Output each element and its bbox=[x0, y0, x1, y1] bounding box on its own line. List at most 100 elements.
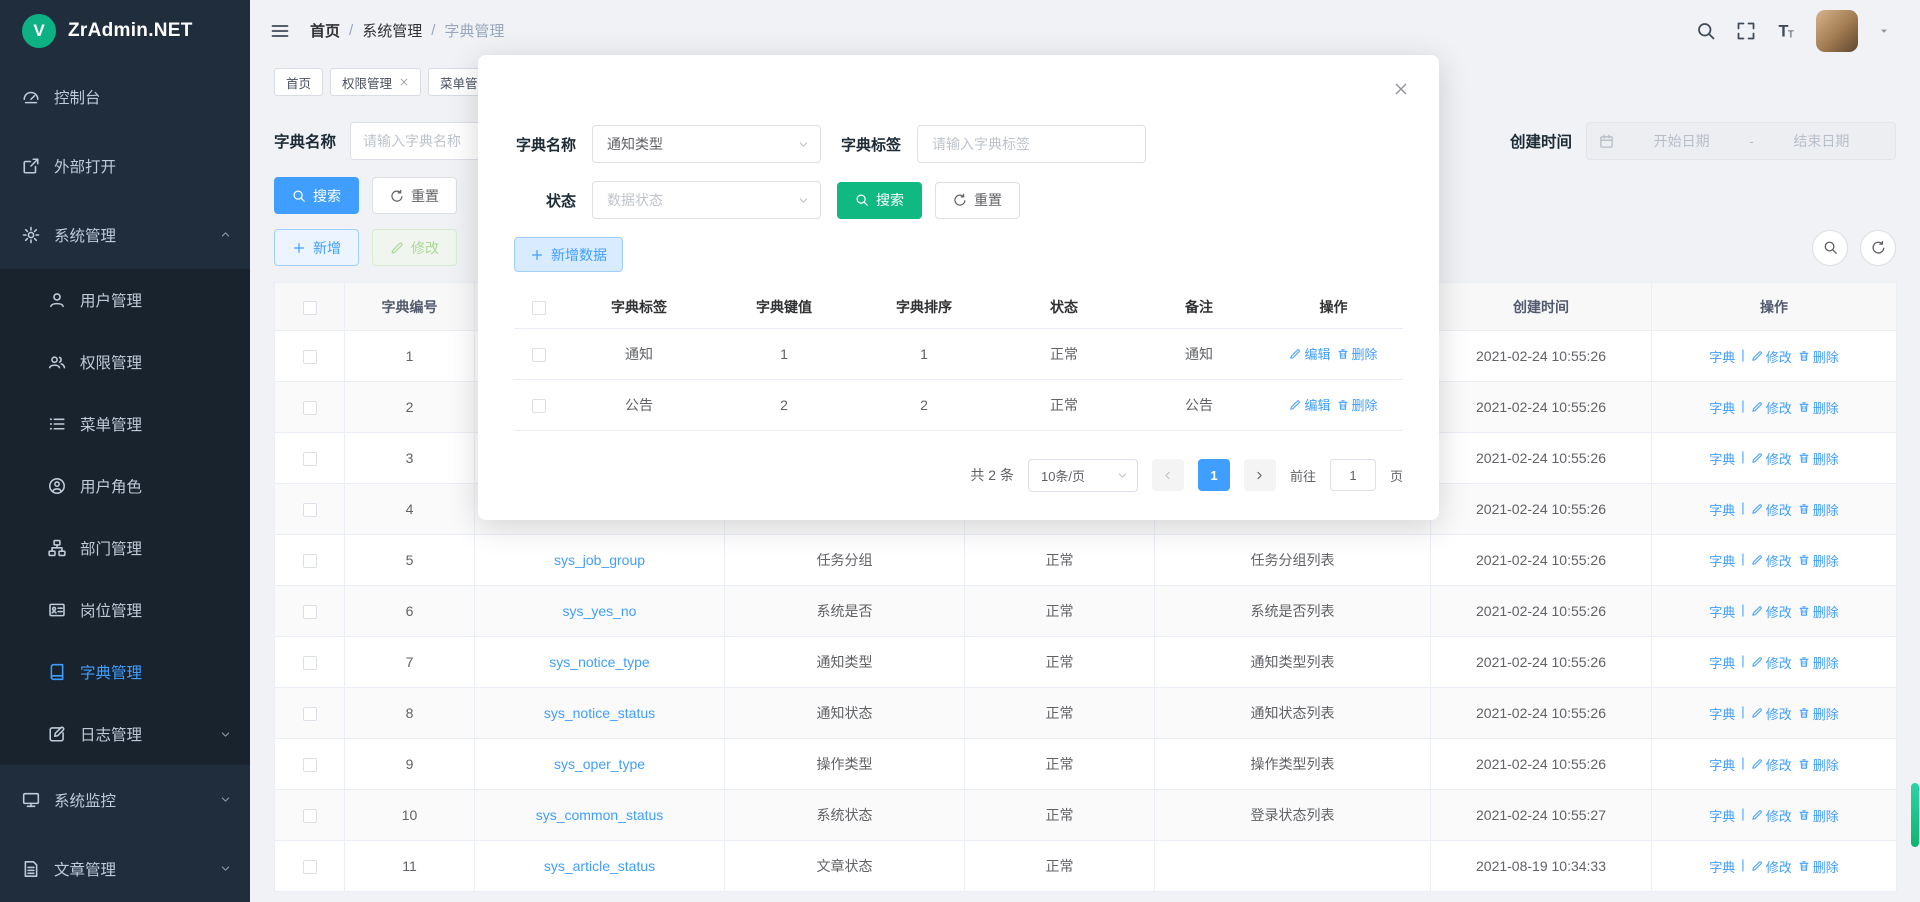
add-button[interactable]: 新增 bbox=[274, 229, 359, 266]
font-size-icon[interactable]: TT bbox=[1776, 21, 1796, 41]
dict-type-link[interactable]: sys_notice_status bbox=[544, 705, 655, 721]
row-checkbox[interactable] bbox=[303, 860, 317, 874]
refresh-button[interactable] bbox=[1860, 230, 1896, 266]
sidebar-item-user-roles[interactable]: 用户角色 bbox=[0, 455, 250, 517]
add-data-button[interactable]: 新增数据 bbox=[514, 237, 623, 272]
delete-link[interactable]: 删除 bbox=[1337, 344, 1378, 363]
breadcrumb-item[interactable]: 系统管理 bbox=[362, 20, 422, 41]
edit-link[interactable]: 修改 bbox=[1751, 500, 1792, 519]
dict-type-link[interactable]: sys_yes_no bbox=[563, 603, 637, 619]
sidebar-item-dict-management[interactable]: 字典管理 bbox=[0, 641, 250, 703]
goto-page-input[interactable] bbox=[1330, 459, 1376, 491]
row-checkbox[interactable] bbox=[532, 348, 546, 362]
avatar[interactable] bbox=[1816, 10, 1858, 52]
delete-link[interactable]: 删除 bbox=[1798, 347, 1839, 366]
edit-link[interactable]: 修改 bbox=[1751, 398, 1792, 417]
delete-link[interactable]: 删除 bbox=[1798, 704, 1839, 723]
edit-link[interactable]: 修改 bbox=[1751, 653, 1792, 672]
toggle-search-button[interactable] bbox=[1812, 230, 1848, 266]
breadcrumb-item[interactable]: 首页 bbox=[310, 20, 340, 41]
caret-down-icon[interactable] bbox=[1878, 25, 1890, 37]
page-size-select[interactable]: 10条/页 bbox=[1028, 459, 1138, 492]
delete-link[interactable]: 删除 bbox=[1337, 395, 1378, 414]
breadcrumb-item[interactable]: 字典管理 bbox=[444, 20, 504, 41]
dict-link[interactable]: 字典 bbox=[1709, 806, 1735, 825]
delete-link[interactable]: 删除 bbox=[1798, 857, 1839, 876]
sidebar-item-menu-management[interactable]: 菜单管理 bbox=[0, 393, 250, 455]
sidebar-item-system-management[interactable]: 系统管理 bbox=[0, 200, 250, 269]
dict-link[interactable]: 字典 bbox=[1709, 704, 1735, 723]
edit-link[interactable]: 修改 bbox=[1751, 551, 1792, 570]
search-icon[interactable] bbox=[1696, 21, 1716, 41]
dict-type-link[interactable]: sys_notice_type bbox=[549, 654, 649, 670]
close-icon[interactable] bbox=[399, 77, 409, 87]
search-button[interactable]: 搜索 bbox=[274, 177, 359, 214]
row-checkbox[interactable] bbox=[303, 656, 317, 670]
dict-type-link[interactable]: sys_common_status bbox=[536, 807, 664, 823]
edit-button[interactable]: 修改 bbox=[372, 229, 457, 266]
dict-type-link[interactable]: sys_article_status bbox=[544, 858, 655, 874]
dialog-reset-button[interactable]: 重置 bbox=[935, 182, 1020, 219]
next-page-button[interactable] bbox=[1244, 459, 1276, 491]
delete-link[interactable]: 删除 bbox=[1798, 755, 1839, 774]
reset-button[interactable]: 重置 bbox=[372, 177, 457, 214]
hamburger-icon[interactable] bbox=[270, 21, 290, 41]
status-select[interactable]: 数据状态 bbox=[592, 181, 821, 219]
row-checkbox[interactable] bbox=[303, 758, 317, 772]
edit-link[interactable]: 修改 bbox=[1751, 347, 1792, 366]
close-icon[interactable] bbox=[1393, 81, 1409, 97]
dict-name-select[interactable]: 通知类型 bbox=[592, 125, 821, 163]
row-checkbox[interactable] bbox=[303, 707, 317, 721]
edit-link[interactable]: 编辑 bbox=[1289, 395, 1330, 414]
edit-link[interactable]: 修改 bbox=[1751, 806, 1792, 825]
dict-label-input[interactable] bbox=[917, 125, 1146, 163]
row-checkbox[interactable] bbox=[303, 452, 317, 466]
dict-link[interactable]: 字典 bbox=[1709, 857, 1735, 876]
delete-link[interactable]: 删除 bbox=[1798, 806, 1839, 825]
sidebar-item-external-open[interactable]: 外部打开 bbox=[0, 131, 250, 200]
delete-link[interactable]: 删除 bbox=[1798, 449, 1839, 468]
delete-link[interactable]: 删除 bbox=[1798, 551, 1839, 570]
row-checkbox[interactable] bbox=[303, 401, 317, 415]
dict-type-link[interactable]: sys_job_group bbox=[554, 552, 645, 568]
sidebar-item-dashboard[interactable]: 控制台 bbox=[0, 62, 250, 131]
fullscreen-icon[interactable] bbox=[1736, 21, 1756, 41]
dict-link[interactable]: 字典 bbox=[1709, 602, 1735, 621]
delete-link[interactable]: 删除 bbox=[1798, 500, 1839, 519]
row-checkbox[interactable] bbox=[303, 809, 317, 823]
dict-link[interactable]: 字典 bbox=[1709, 653, 1735, 672]
sidebar-item-permission-management[interactable]: 权限管理 bbox=[0, 331, 250, 393]
page-scrollbar[interactable] bbox=[1910, 0, 1920, 902]
tab-item[interactable]: 首页 bbox=[274, 68, 323, 96]
row-checkbox[interactable] bbox=[303, 605, 317, 619]
dict-link[interactable]: 字典 bbox=[1709, 755, 1735, 774]
sidebar-item-department-management[interactable]: 部门管理 bbox=[0, 517, 250, 579]
scrollbar-thumb[interactable] bbox=[1911, 783, 1919, 847]
edit-link[interactable]: 修改 bbox=[1751, 704, 1792, 723]
current-page-button[interactable]: 1 bbox=[1198, 459, 1230, 491]
delete-link[interactable]: 删除 bbox=[1798, 602, 1839, 621]
sidebar-item-system-monitor[interactable]: 系统监控 bbox=[0, 765, 250, 834]
dict-link[interactable]: 字典 bbox=[1709, 449, 1735, 468]
delete-link[interactable]: 删除 bbox=[1798, 653, 1839, 672]
select-all-checkbox[interactable] bbox=[275, 283, 345, 331]
sidebar-item-user-management[interactable]: 用户管理 bbox=[0, 269, 250, 331]
sidebar-item-log-management[interactable]: 日志管理 bbox=[0, 703, 250, 765]
row-checkbox[interactable] bbox=[303, 350, 317, 364]
dict-link[interactable]: 字典 bbox=[1709, 500, 1735, 519]
tab-item[interactable]: 权限管理 bbox=[330, 68, 421, 96]
row-checkbox[interactable] bbox=[303, 503, 317, 517]
edit-link[interactable]: 修改 bbox=[1751, 857, 1792, 876]
date-range-picker[interactable]: 开始日期 - 结束日期 bbox=[1586, 122, 1896, 160]
sidebar-item-post-management[interactable]: 岗位管理 bbox=[0, 579, 250, 641]
select-all-checkbox[interactable] bbox=[514, 286, 564, 328]
sidebar-item-article-management[interactable]: 文章管理 bbox=[0, 834, 250, 902]
row-checkbox[interactable] bbox=[532, 399, 546, 413]
dict-link[interactable]: 字典 bbox=[1709, 551, 1735, 570]
prev-page-button[interactable] bbox=[1152, 459, 1184, 491]
edit-link[interactable]: 修改 bbox=[1751, 755, 1792, 774]
edit-link[interactable]: 修改 bbox=[1751, 602, 1792, 621]
dict-link[interactable]: 字典 bbox=[1709, 347, 1735, 366]
edit-link[interactable]: 修改 bbox=[1751, 449, 1792, 468]
dialog-search-button[interactable]: 搜索 bbox=[837, 182, 922, 219]
